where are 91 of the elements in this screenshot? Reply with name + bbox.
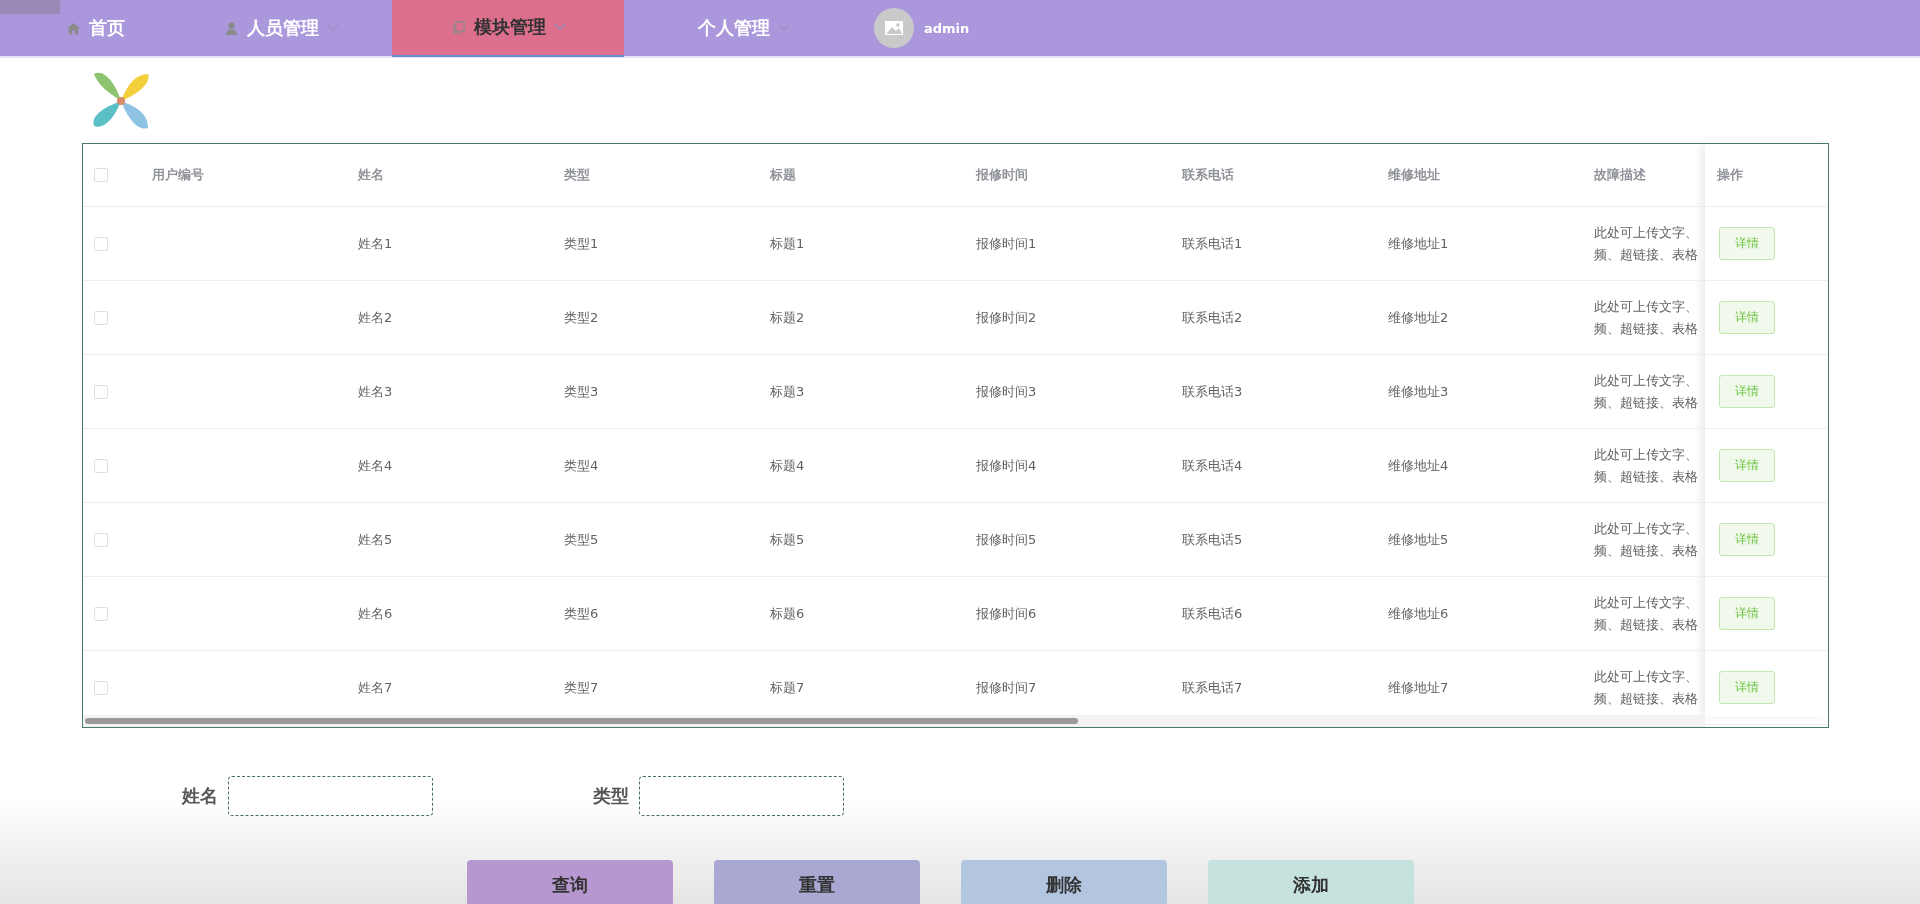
scrollbar-thumb[interactable] — [85, 718, 1078, 724]
table-cell-text: 姓名6 — [358, 604, 394, 623]
table-cell-text: 类型3 — [564, 382, 600, 401]
row-checkbox[interactable] — [94, 680, 108, 695]
table-cell-text: 姓名3 — [358, 382, 394, 401]
table-cell-text: 联系电话7 — [1182, 678, 1244, 697]
table-cell-text: 联系电话1 — [1182, 234, 1244, 253]
table-cell-text: 姓名5 — [358, 530, 394, 549]
table-cell-text: 联系电话6 — [1182, 604, 1244, 623]
detail-button[interactable]: 详情 — [1719, 597, 1775, 630]
table-cell-text: 维修地址3 — [1388, 382, 1450, 401]
table-cell-text: 类型7 — [564, 678, 600, 697]
column-header: 报修时间 — [976, 166, 1029, 184]
detail-button[interactable]: 详情 — [1719, 375, 1775, 408]
table-cell-text: 报修时间1 — [976, 234, 1038, 253]
column-header: 用户编号 — [152, 166, 205, 184]
table-cell-text: 标题6 — [770, 604, 806, 623]
table-cell-text: 此处可上传文字、频、超链接、表格 — [1594, 667, 1699, 708]
action-button[interactable]: 添加 — [1208, 860, 1414, 904]
row-checkbox[interactable] — [94, 236, 108, 251]
filter-label: 类型 — [593, 784, 629, 808]
table-cell-text: 维修地址7 — [1388, 678, 1450, 697]
nav-tab[interactable]: 模块管理 — [392, 0, 624, 57]
table-cell-text: 报修时间3 — [976, 382, 1038, 401]
detail-button[interactable]: 详情 — [1719, 523, 1775, 556]
table-cell-text: 标题1 — [770, 234, 806, 253]
table-cell-text: 维修地址4 — [1388, 456, 1450, 475]
table-cell-text: 联系电话4 — [1182, 456, 1244, 475]
avatar-icon[interactable] — [874, 8, 914, 48]
column-header: 故障描述 — [1594, 166, 1647, 184]
filter-label: 姓名 — [182, 784, 218, 808]
detail-button[interactable]: 详情 — [1719, 301, 1775, 334]
table-cell-text: 报修时间4 — [976, 456, 1038, 475]
table-cell-text: 此处可上传文字、频、超链接、表格 — [1594, 445, 1699, 486]
table-cell-text: 报修时间7 — [976, 678, 1038, 697]
column-header: 操作 — [1717, 166, 1743, 184]
table-cell-text: 姓名4 — [358, 456, 394, 475]
table-cell-text: 此处可上传文字、频、超链接、表格 — [1594, 297, 1699, 338]
detail-button[interactable]: 详情 — [1719, 227, 1775, 260]
column-header: 维修地址 — [1388, 166, 1441, 184]
input-field[interactable] — [228, 776, 433, 816]
row-checkbox[interactable] — [94, 458, 108, 473]
home-icon — [65, 20, 81, 36]
table-cell-text: 类型4 — [564, 456, 600, 475]
detail-button[interactable]: 详情 — [1719, 671, 1775, 704]
nav-tab[interactable]: 人员管理 — [170, 0, 392, 57]
row-checkbox[interactable] — [94, 532, 108, 547]
table-cell-text: 姓名1 — [358, 234, 394, 253]
table-cell-text: 标题4 — [770, 456, 806, 475]
table-cell-text: 标题3 — [770, 382, 806, 401]
table-cell-text: 类型6 — [564, 604, 600, 623]
table-cell-text: 维修地址6 — [1388, 604, 1450, 623]
table-cell-text: 报修时间5 — [976, 530, 1038, 549]
table-cell-text: 此处可上传文字、频、超链接、表格 — [1594, 371, 1699, 412]
table-cell-text: 标题7 — [770, 678, 806, 697]
table-cell-text: 报修时间2 — [976, 308, 1038, 327]
table-cell-text: 此处可上传文字、频、超链接、表格 — [1594, 593, 1699, 634]
column-header: 类型 — [564, 166, 591, 184]
person-icon — [223, 20, 239, 36]
detail-button[interactable]: 详情 — [1719, 449, 1775, 482]
table-cell-text: 标题2 — [770, 308, 806, 327]
column-header: 联系电话 — [1182, 166, 1235, 184]
nav-tab[interactable]: 首页 — [0, 0, 170, 57]
table-cell-text: 类型2 — [564, 308, 600, 327]
table-cell-text: 维修地址1 — [1388, 234, 1450, 253]
table-cell-text: 报修时间6 — [976, 604, 1038, 623]
row-checkbox[interactable] — [94, 310, 108, 325]
row-checkbox[interactable] — [94, 606, 108, 621]
column-header: 标题 — [770, 166, 797, 184]
action-button[interactable]: 重置 — [714, 860, 920, 904]
table-cell-text: 联系电话5 — [1182, 530, 1244, 549]
table-cell-text: 维修地址2 — [1388, 308, 1450, 327]
table-cell-text: 此处可上传文字、频、超链接、表格 — [1594, 519, 1699, 560]
action-button[interactable]: 查询 — [467, 860, 673, 904]
row-checkbox[interactable] — [94, 384, 108, 399]
table-cell-text: 联系电话2 — [1182, 308, 1244, 327]
table-cell-text: 姓名7 — [358, 678, 394, 697]
copy-icon — [450, 19, 466, 35]
user-name[interactable]: admin — [924, 20, 970, 36]
table-cell-text: 联系电话3 — [1182, 382, 1244, 401]
table-cell-text: 姓名2 — [358, 308, 394, 327]
input-field[interactable] — [639, 776, 844, 816]
table-cell-text: 标题5 — [770, 530, 806, 549]
table-cell-text: 维修地址5 — [1388, 530, 1450, 549]
table-cell-text: 类型5 — [564, 530, 600, 549]
nav-tab[interactable]: 个人管理 — [624, 0, 864, 57]
table-cell-text: 类型1 — [564, 234, 600, 253]
select-all-checkbox[interactable] — [94, 168, 108, 182]
action-button[interactable]: 删除 — [961, 860, 1167, 904]
table-cell-text: 此处可上传文字、频、超链接、表格 — [1594, 223, 1699, 264]
column-header: 姓名 — [358, 166, 385, 184]
